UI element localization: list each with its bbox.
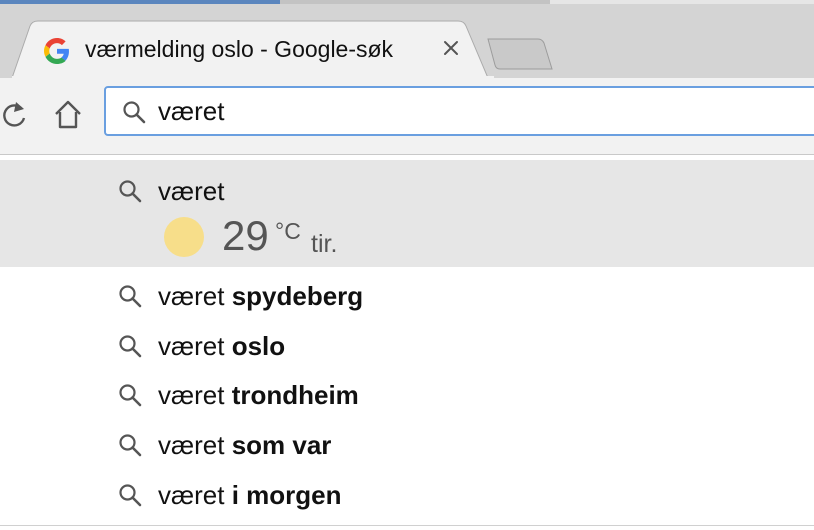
search-icon — [118, 334, 142, 363]
address-bar[interactable] — [104, 86, 814, 136]
suggestion-typed: været — [158, 380, 232, 410]
suggestion-weather-typed: været — [158, 176, 225, 206]
new-tab-icon[interactable] — [484, 37, 554, 71]
home-icon[interactable] — [52, 98, 84, 132]
suggestion-item[interactable]: været oslo — [0, 320, 814, 370]
dropdown-bottom-divider — [0, 525, 814, 526]
tab-strip: værmelding oslo - Google-søk — [0, 0, 814, 78]
search-icon — [118, 433, 142, 462]
suggestion-typed: været — [158, 430, 232, 460]
suggestion-item[interactable]: været som var — [0, 419, 814, 469]
browser-toolbar — [0, 78, 814, 155]
suggestion-completion: som var — [231, 430, 332, 460]
suggestion-text: været oslo — [158, 331, 285, 362]
weather-unit: °C — [275, 218, 301, 244]
search-icon — [122, 100, 146, 129]
reload-icon[interactable] — [0, 98, 28, 132]
suggestion-item[interactable]: været trondheim — [0, 369, 814, 419]
close-icon[interactable] — [440, 37, 462, 59]
suggestion-item[interactable]: været i morgen — [0, 469, 814, 519]
suggestion-text: været trondheim — [158, 380, 359, 411]
suggestion-completion: trondheim — [231, 380, 359, 410]
suggestion-text: været i morgen — [158, 480, 341, 511]
suggestion-text: været spydeberg — [158, 281, 363, 312]
tab-title: værmelding oslo - Google-søk — [85, 36, 394, 62]
suggestion-weather[interactable]: været 29 °C tir. — [0, 160, 814, 267]
suggestion-typed: været — [158, 480, 232, 510]
omnibox-suggestions: været 29 °C tir. været spydeberg været o… — [0, 155, 814, 530]
suggestion-typed: været — [158, 331, 232, 361]
search-icon — [118, 179, 142, 208]
suggestion-typed: været — [158, 281, 232, 311]
suggestion-item[interactable]: været spydeberg — [0, 270, 814, 320]
tab-strip-topline — [0, 0, 814, 4]
google-g-icon — [44, 38, 70, 64]
suggestion-text: været som var — [158, 430, 331, 461]
tab-active[interactable]: værmelding oslo - Google-søk — [12, 20, 494, 78]
address-input[interactable] — [158, 95, 798, 127]
search-icon — [118, 284, 142, 313]
suggestion-weather-text: været — [158, 176, 224, 207]
suggestion-completion: spydeberg — [231, 281, 364, 311]
search-icon — [118, 383, 142, 412]
suggestion-completion: i morgen — [231, 480, 342, 510]
suggestion-completion: oslo — [231, 331, 286, 361]
weather-temperature: 29 — [222, 212, 269, 259]
search-icon — [118, 483, 142, 512]
sun-icon — [164, 217, 204, 257]
weather-day: tir. — [311, 230, 338, 258]
